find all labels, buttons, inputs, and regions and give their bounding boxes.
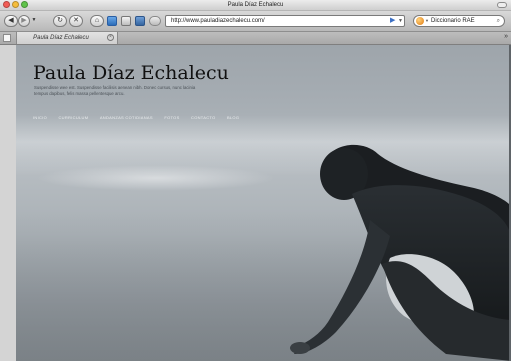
back-button[interactable]: ◀ [4, 15, 18, 27]
chevron-down-icon: ▼ [31, 17, 37, 23]
toolbar-toggle-button[interactable] [497, 2, 507, 8]
search-input[interactable]: ▼ Diccionario RAE ⌕ [413, 15, 505, 27]
nav-item-curriculum[interactable]: CURRICULUM [58, 115, 88, 120]
hand [290, 342, 310, 354]
reload-icon: ↻ [57, 17, 63, 24]
stop-icon: ✕ [73, 17, 79, 24]
search-engine-icon[interactable] [416, 17, 424, 25]
close-icon[interactable]: × [107, 34, 114, 41]
url-text: http://www.pauladiazechalecu.com/ [171, 18, 265, 24]
browser-window: Paula Díaz Echalecu ◀ ▶ ▼ ↻ ✕ ⌂ http://w… [0, 0, 511, 361]
back-icon: ◀ [8, 17, 14, 24]
screenshot-icon[interactable] [135, 16, 145, 26]
site-tagline: Suspendisse wee est. Suspendisse facilis… [34, 85, 196, 96]
toolbar: ◀ ▶ ▼ ↻ ✕ ⌂ http://www.pauladiazechalecu… [0, 11, 511, 32]
url-input[interactable]: http://www.pauladiazechalecu.com/ [165, 15, 405, 27]
history-menu-button[interactable]: ▼ [30, 15, 38, 27]
window-title: Paula Díaz Echalecu [227, 2, 284, 8]
site-nav: INICIO CURRICULUM ANDANZAS COTIDIANAS FO… [33, 106, 246, 124]
chevron-down-icon[interactable]: ▼ [425, 16, 429, 26]
tab-active[interactable]: Paula Díaz Echalecu × [16, 32, 118, 44]
forward-icon: ▶ [21, 17, 27, 24]
search-value: Diccionario RAE [431, 18, 475, 24]
nav-item-contacto[interactable]: CONTACTO [191, 115, 215, 120]
wave-foam [36, 165, 276, 191]
title-bar[interactable]: Paula Díaz Echalecu [0, 0, 511, 11]
tab-bar: Paula Díaz Echalecu × » [0, 32, 511, 45]
home-button[interactable]: ⌂ [90, 15, 104, 27]
forward-button[interactable]: ▶ [18, 15, 30, 27]
print-icon[interactable] [121, 16, 131, 26]
plugin-icon[interactable] [149, 16, 161, 26]
nav-item-andanzas[interactable]: ANDANZAS COTIDIANAS [100, 115, 153, 120]
woman-silhouette-photo [290, 144, 511, 361]
new-tab-button[interactable] [3, 34, 11, 42]
stop-button[interactable]: ✕ [69, 15, 83, 27]
nav-item-blog[interactable]: BLOG [227, 115, 239, 120]
tab-list-icon[interactable]: » [504, 33, 508, 40]
nav-item-fotos[interactable]: FOTOS [164, 115, 179, 120]
nav-item-inicio[interactable]: INICIO [33, 115, 47, 120]
reload-button[interactable]: ↻ [53, 15, 67, 27]
arm [294, 220, 390, 354]
magnifier-icon[interactable]: ⌕ [497, 16, 500, 26]
site-title[interactable]: Paula Díaz Echalecu [33, 62, 229, 84]
tab-label: Paula Díaz Echalecu [33, 35, 89, 41]
web-page: Paula Díaz Echalecu Suspendisse wee est.… [16, 45, 511, 361]
bookmark-icon[interactable] [107, 16, 117, 26]
url-menu-icon[interactable]: ▼ [398, 17, 403, 25]
go-icon[interactable]: ▶ [390, 17, 395, 25]
home-icon: ⌂ [94, 17, 100, 24]
